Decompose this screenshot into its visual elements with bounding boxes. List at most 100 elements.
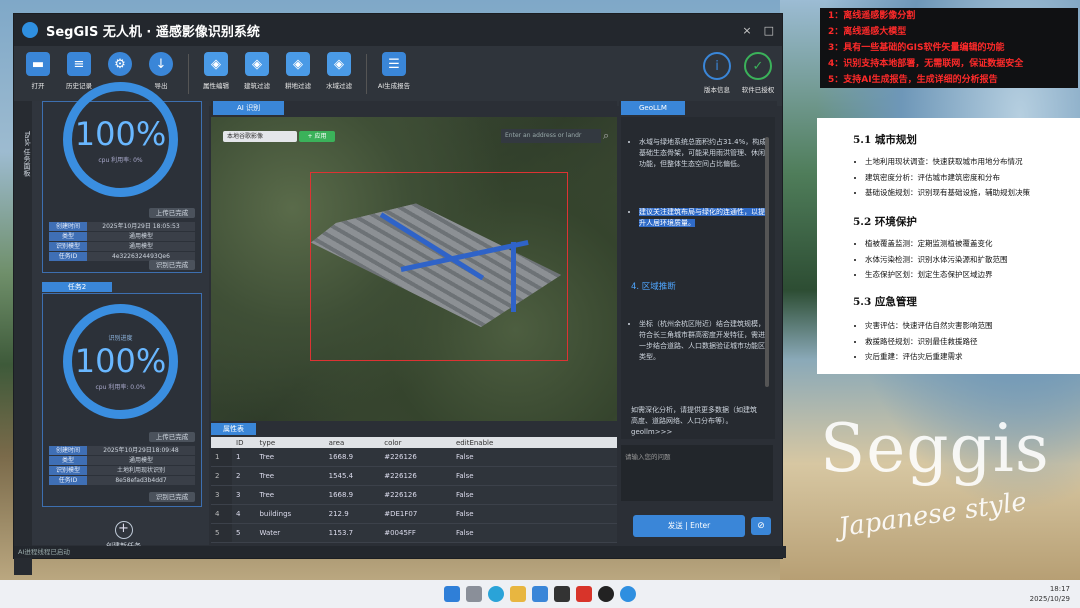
cell: 4: [232, 504, 256, 524]
info-icon: i: [703, 52, 731, 80]
row-number: 4: [211, 504, 232, 524]
browser-icon[interactable]: [488, 586, 504, 602]
progress-ring: 识别进度 100% cpu 利用率: 0.0%: [63, 304, 178, 419]
selection-box: [310, 172, 568, 361]
start-icon[interactable]: [444, 586, 460, 602]
recognition-status-button[interactable]: 识别已完成: [149, 492, 195, 502]
building-filter-button[interactable]: ◈ 建筑过滤: [243, 52, 271, 90]
column-header[interactable]: editEnable: [452, 437, 617, 448]
feature-line: 5：支持AI生成报告，生成详细的分析报告: [828, 75, 998, 85]
folder-icon[interactable]: [510, 586, 526, 602]
cell: #DE1F07: [380, 504, 452, 524]
clock[interactable]: 18:17 2025/10/29: [1030, 584, 1070, 604]
column-header[interactable]: color: [380, 437, 452, 448]
feature-line: 1：离线遥感影像分割: [828, 11, 916, 21]
column-header[interactable]: area: [324, 437, 381, 448]
farmland-filter-label: 耕地过滤: [285, 82, 311, 90]
table-row[interactable]: 5 5 Water 1153.7 #0045FF False: [211, 523, 617, 543]
cell: False: [452, 448, 617, 467]
feature-line: 2：离线遥感大模型: [828, 27, 907, 37]
gear-icon: ⚙: [108, 52, 132, 76]
table-row[interactable]: 4 4 buildings 212.9 #DE1F07 False: [211, 504, 617, 524]
app-window: SegGIS 无人机 · 遥感影像识别系统 × □ ▬ 打开 ≡ 历史记录 ⚙ 设置 …: [13, 13, 786, 575]
cell: 212.9: [324, 504, 381, 524]
table-row[interactable]: 3 3 Tree 1668.9 #226126 False: [211, 485, 617, 505]
cell: 3: [232, 485, 256, 505]
cell: Tree: [255, 466, 325, 486]
column-header[interactable]: ID: [232, 437, 256, 448]
search-icon[interactable]: ⌕: [603, 129, 615, 142]
info-key: 创建时间: [49, 446, 87, 455]
row-number-header: [211, 437, 232, 448]
task-panel: Task 任务面板 100% cpu 利用率: 0% 上传已完成 创建时间 202…: [14, 82, 209, 575]
upload-status-button[interactable]: 上传已完成: [149, 432, 195, 442]
recognition-status-button[interactable]: 识别已完成: [149, 260, 195, 270]
tab-ai-recognition[interactable]: AI 识别: [213, 101, 285, 115]
tab-attribute-table[interactable]: 属性表: [211, 423, 256, 435]
info-value: 土地利用现状识别: [87, 466, 195, 475]
attribute-edit-label: 属性编辑: [203, 82, 229, 90]
doc-bullet: 灾害评估：快速评估自然灾害影响范围: [865, 320, 1080, 331]
wps-icon[interactable]: [576, 586, 592, 602]
terminal-icon[interactable]: [554, 586, 570, 602]
basemap-select[interactable]: 本地谷歌影像: [223, 131, 297, 142]
cell: #226126: [380, 485, 452, 505]
info-value: 2025年10月29日 18:05:53: [87, 222, 195, 231]
history-button[interactable]: ≡ 历史记录: [65, 52, 93, 90]
cell: Tree: [255, 448, 325, 467]
seggis-app-icon[interactable]: [620, 586, 636, 602]
title-bar: SegGIS 无人机 · 遥感影像识别系统 × □: [14, 14, 782, 46]
map-view[interactable]: 本地谷歌影像 + 应用 Enter an address or landr ⌕: [211, 117, 617, 421]
progress-ring: 100% cpu 利用率: 0%: [63, 82, 178, 197]
status-bar: AI进程线程已启动: [14, 546, 786, 558]
tab-geollm[interactable]: GeoLLM: [621, 101, 685, 115]
open-button[interactable]: ▬ 打开: [24, 52, 52, 90]
center-panel: AI 识别 本地谷歌影像 + 应用 Enter an address or la…: [211, 101, 617, 545]
column-header[interactable]: type: [255, 437, 325, 448]
attribute-edit-button[interactable]: ◈ 属性编辑: [202, 52, 230, 90]
app-icon[interactable]: [598, 586, 614, 602]
row-number: 3: [211, 485, 232, 505]
doc-bullet: 灾后重建：评估灾后重建需求: [865, 351, 1080, 362]
table-row[interactable]: 2 2 Tree 1545.4 #226126 False: [211, 466, 617, 486]
close-icon[interactable]: ×: [742, 24, 751, 37]
export-button[interactable]: ↓ 导出: [147, 52, 175, 90]
cell: #226126: [380, 466, 452, 486]
task-info: 创建时间 2025年10月29日18:09:48 类型 通用模型 识别模型 土地利用现…: [49, 446, 195, 486]
cube-filter-icon: ◈: [286, 52, 310, 76]
store-icon[interactable]: [532, 586, 548, 602]
upload-status-button[interactable]: 上传已完成: [149, 208, 195, 218]
doc-bullet: 救援路径规划：识别最佳救援路径: [865, 336, 1080, 347]
doc-bullet: 水体污染检测：识别水体污染源和扩散范围: [865, 254, 1080, 265]
cell: 1: [232, 448, 256, 467]
cell: Tree: [255, 485, 325, 505]
apply-button[interactable]: + 应用: [299, 131, 335, 142]
toolbar-divider: [366, 54, 367, 94]
water-filter-button[interactable]: ◈ 水域过滤: [325, 52, 353, 90]
chat-log[interactable]: 水域与绿地系统总面积约占31.4%，构成基础生态骨架，可能采用雨洪管理、休闲功能…: [621, 117, 775, 439]
version-info-button[interactable]: i 版本信息: [703, 52, 731, 94]
table-row[interactable]: 1 1 Tree 1668.9 #226126 False: [211, 448, 617, 467]
maximize-icon[interactable]: □: [764, 24, 774, 37]
cell: False: [452, 523, 617, 543]
clipboard-icon: ≡: [67, 52, 91, 76]
info-value: 通用模型: [87, 232, 195, 241]
info-key: 任务ID: [49, 252, 87, 261]
farmland-filter-button[interactable]: ◈ 耕地过滤: [284, 52, 312, 90]
cpu-usage: cpu 利用率: 0.0%: [95, 383, 146, 391]
license-button[interactable]: ✓ 软件已授权: [742, 52, 774, 94]
chat-scrollbar[interactable]: [765, 137, 769, 387]
progress-percent: 100%: [74, 341, 167, 380]
ai-report-button[interactable]: ☰ AI生成报告: [378, 52, 410, 90]
cube-edit-icon: ◈: [204, 52, 228, 76]
question-input[interactable]: 请输入您的问题: [621, 445, 773, 501]
search-icon[interactable]: [466, 586, 482, 602]
task-panel-tab[interactable]: Task 任务面板: [14, 101, 32, 575]
clock-time: 18:17: [1049, 585, 1070, 593]
address-search-input[interactable]: Enter an address or landr: [501, 129, 601, 143]
cell: #226126: [380, 448, 452, 467]
progress-percent: 100%: [74, 115, 167, 153]
attach-icon[interactable]: ⊘: [751, 517, 771, 535]
task-2-tab[interactable]: 任务2: [42, 282, 112, 292]
send-button[interactable]: 发送 | Enter: [633, 515, 745, 537]
